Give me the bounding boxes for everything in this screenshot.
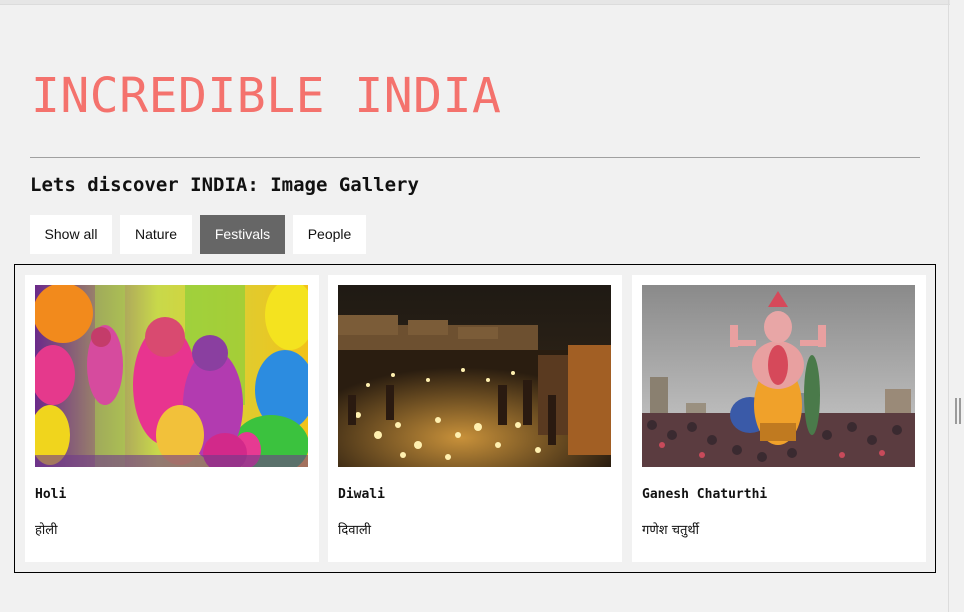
gallery-heading: Lets discover INDIA: Image Gallery xyxy=(30,174,419,196)
card-subtitle: होली xyxy=(35,523,58,538)
card-title: Ganesh Chaturthi xyxy=(642,487,768,502)
content-right-border xyxy=(948,0,949,612)
filter-people-button[interactable]: People xyxy=(293,215,366,254)
filter-nature-button[interactable]: Nature xyxy=(120,215,192,254)
holi-photo[interactable] xyxy=(35,285,308,467)
resize-handle[interactable] xyxy=(955,398,961,424)
gallery-card-holi[interactable]: Holi होली xyxy=(25,275,319,562)
filter-show-all-button[interactable]: Show all xyxy=(30,215,112,254)
card-title: Holi xyxy=(35,487,67,502)
card-title: Diwali xyxy=(338,487,385,502)
gallery-card-ganesh-chaturthi[interactable]: Ganesh Chaturthi गणेश चतुर्थी xyxy=(632,275,926,562)
divider xyxy=(30,157,920,158)
gallery-card-diwali[interactable]: Diwali दिवाली xyxy=(328,275,622,562)
card-subtitle: दिवाली xyxy=(338,523,372,538)
card-subtitle: गणेश चतुर्थी xyxy=(642,523,700,538)
diwali-photo[interactable] xyxy=(338,285,611,467)
ganesh-chaturthi-photo[interactable] xyxy=(642,285,915,467)
filter-festivals-button[interactable]: Festivals xyxy=(200,215,285,254)
image-gallery: Holi होली Diwali दिवाली Ganesh Chaturthi… xyxy=(14,264,936,573)
window-top-edge xyxy=(0,0,950,5)
page-title: INCREDIBLE INDIA xyxy=(31,68,502,124)
